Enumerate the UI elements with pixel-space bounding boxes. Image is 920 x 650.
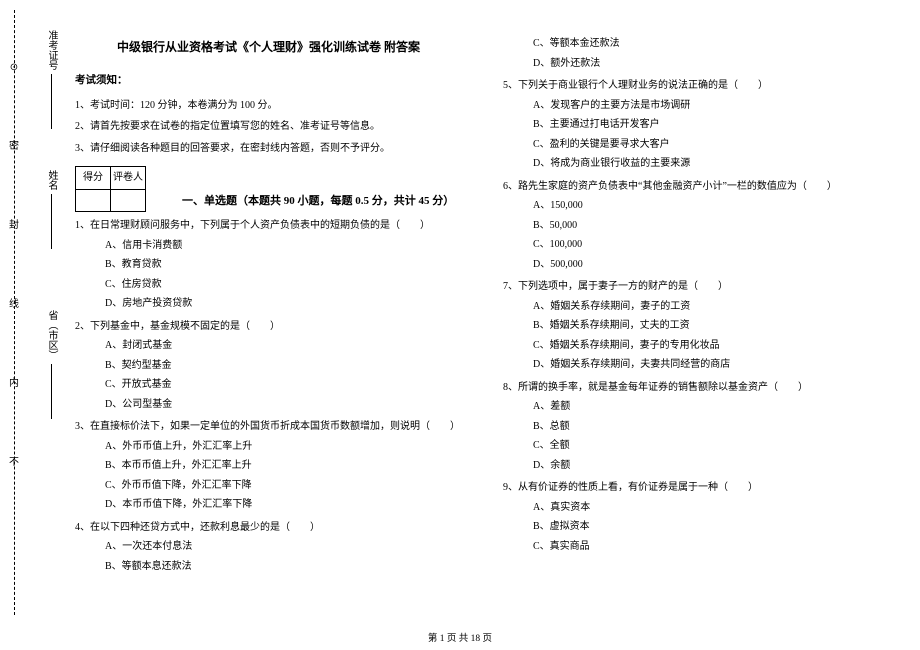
q5-opt-b: B、主要通过打电话开发客户	[533, 115, 890, 135]
left-column: 中级银行从业资格考试《个人理财》强化训练试卷 附答案 考试须知： 1、考试时间：…	[75, 30, 470, 576]
q3-stem: 3、在直接标价法下，如果一定单位的外国货币折成本国货币数额增加，则说明（ ）	[75, 417, 462, 437]
q9-opt-c: C、真实商品	[533, 537, 890, 557]
q7-opt-d: D、婚姻关系存续期间，夫妻共同经营的商店	[533, 355, 890, 375]
q9-stem: 9、从有价证券的性质上看，有价证券是属于一种（ ）	[503, 478, 890, 498]
score-label-a: 得分	[76, 167, 111, 190]
field-province-line	[51, 364, 52, 419]
question-9: 9、从有价证券的性质上看，有价证券是属于一种（ ） A、真实资本 B、虚拟资本 …	[503, 478, 890, 556]
q6-opt-d: D、500,000	[533, 255, 890, 275]
q1-stem: 1、在日常理财顾问服务中，下列属于个人资产负债表中的短期负债的是（ ）	[75, 216, 462, 236]
question-6: 6、路先生家庭的资产负债表中“其他金融资产小计”一栏的数值应为（ ） A、150…	[503, 177, 890, 275]
q2-opt-a: A、封闭式基金	[105, 336, 462, 356]
q8-opt-c: C、全额	[533, 436, 890, 456]
field-exam-id: 准考证号	[44, 30, 59, 150]
q7-stem: 7、下列选项中，属于妻子一方的财产的是（ ）	[503, 277, 890, 297]
section-1-title: 一、单选题（本题共 90 小题，每题 0.5 分，共计 45 分）	[182, 191, 454, 212]
candidate-fields-column: 准考证号 姓名 省（市区）	[28, 0, 75, 620]
field-name-line	[51, 194, 52, 249]
score-label-b: 评卷人	[111, 167, 146, 190]
right-column: C、等额本金还款法 D、额外还款法 5、下列关于商业银行个人理财业务的说法正确的…	[495, 30, 890, 576]
q3-opt-c: C、外币币值下降，外汇汇率下降	[105, 476, 462, 496]
q3-opt-b: B、本币币值上升，外汇汇率上升	[105, 456, 462, 476]
question-2: 2、下列基金中，基金规模不固定的是（ ） A、封闭式基金 B、契约型基金 C、开…	[75, 317, 462, 415]
q1-opt-b: B、教育贷款	[105, 255, 462, 275]
q2-opt-d: D、公司型基金	[105, 395, 462, 415]
q5-opt-d: D、将成为商业银行收益的主要来源	[533, 154, 890, 174]
binding-margin: ⊙ 密 封 线 内 不 准考证号 姓名 省（市区）	[0, 0, 75, 620]
field-exam-id-line	[51, 74, 52, 129]
q4-opt-d: D、额外还款法	[533, 54, 890, 74]
question-7: 7、下列选项中，属于妻子一方的财产的是（ ） A、婚姻关系存续期间，妻子的工资 …	[503, 277, 890, 375]
exam-title: 中级银行从业资格考试《个人理财》强化训练试卷 附答案	[75, 36, 462, 59]
question-4: 4、在以下四种还贷方式中，还款利息最少的是（ ） A、一次还本付息法 B、等额本…	[75, 518, 462, 577]
q9-opt-a: A、真实资本	[533, 498, 890, 518]
score-cell-a	[76, 189, 111, 212]
q2-opt-b: B、契约型基金	[105, 356, 462, 376]
field-name-label: 姓名	[44, 170, 59, 190]
q7-opt-b: B、婚姻关系存续期间，丈夫的工资	[533, 316, 890, 336]
q6-opt-a: A、150,000	[533, 196, 890, 216]
q8-opt-b: B、总额	[533, 417, 890, 437]
content-area: 中级银行从业资格考试《个人理财》强化训练试卷 附答案 考试须知： 1、考试时间：…	[75, 30, 890, 576]
q5-opt-a: A、发现客户的主要方法是市场调研	[533, 96, 890, 116]
q4-opt-a: A、一次还本付息法	[105, 537, 462, 557]
notice-1: 1、考试时间：120 分钟，本卷满分为 100 分。	[75, 96, 462, 116]
q6-stem: 6、路先生家庭的资产负债表中“其他金融资产小计”一栏的数值应为（ ）	[503, 177, 890, 197]
q7-opt-c: C、婚姻关系存续期间，妻子的专用化妆品	[533, 336, 890, 356]
q4-opt-c: C、等额本金还款法	[533, 34, 890, 54]
q1-opt-d: D、房地产投资贷款	[105, 294, 462, 314]
q8-opt-d: D、余额	[533, 456, 890, 476]
question-5: 5、下列关于商业银行个人理财业务的说法正确的是（ ） A、发现客户的主要方法是市…	[503, 76, 890, 174]
q4-stem: 4、在以下四种还贷方式中，还款利息最少的是（ ）	[75, 518, 462, 538]
dashed-seal-line	[14, 10, 15, 615]
q7-opt-a: A、婚姻关系存续期间，妻子的工资	[533, 297, 890, 317]
question-8: 8、所谓的换手率，就是基金每年证券的销售额除以基金资产（ ） A、差额 B、总额…	[503, 378, 890, 476]
field-name: 姓名	[44, 170, 59, 290]
q1-opt-a: A、信用卡消费额	[105, 236, 462, 256]
field-province: 省（市区）	[44, 310, 59, 430]
score-table: 得分 评卷人	[75, 166, 146, 212]
q5-stem: 5、下列关于商业银行个人理财业务的说法正确的是（ ）	[503, 76, 890, 96]
q6-opt-b: B、50,000	[533, 216, 890, 236]
q5-opt-c: C、盈利的关键是要寻求大客户	[533, 135, 890, 155]
page-number: 第 1 页 共 18 页	[0, 630, 920, 644]
q3-opt-d: D、本币币值下降，外汇汇率下降	[105, 495, 462, 515]
q2-stem: 2、下列基金中，基金规模不固定的是（ ）	[75, 317, 462, 337]
notice-3: 3、请仔细阅读各种题目的回答要求，在密封线内答题，否则不予评分。	[75, 139, 462, 159]
score-cell-b	[111, 189, 146, 212]
q2-opt-c: C、开放式基金	[105, 375, 462, 395]
score-row: 得分 评卷人 一、单选题（本题共 90 小题，每题 0.5 分，共计 45 分）	[75, 166, 462, 212]
field-exam-id-label: 准考证号	[44, 30, 59, 70]
field-province-label: 省（市区）	[44, 310, 59, 360]
q4-opt-b: B、等额本息还款法	[105, 557, 462, 577]
q6-opt-c: C、100,000	[533, 235, 890, 255]
q8-opt-a: A、差额	[533, 397, 890, 417]
question-1: 1、在日常理财顾问服务中，下列属于个人资产负债表中的短期负债的是（ ） A、信用…	[75, 216, 462, 314]
question-3: 3、在直接标价法下，如果一定单位的外国货币折成本国货币数额增加，则说明（ ） A…	[75, 417, 462, 515]
q9-opt-b: B、虚拟资本	[533, 517, 890, 537]
q1-opt-c: C、住房贷款	[105, 275, 462, 295]
notice-heading: 考试须知：	[75, 71, 462, 91]
seal-line-column: ⊙ 密 封 线 内 不	[0, 0, 28, 620]
q8-stem: 8、所谓的换手率，就是基金每年证券的销售额除以基金资产（ ）	[503, 378, 890, 398]
notice-2: 2、请首先按要求在试卷的指定位置填写您的姓名、准考证号等信息。	[75, 117, 462, 137]
q3-opt-a: A、外币币值上升，外汇汇率上升	[105, 437, 462, 457]
